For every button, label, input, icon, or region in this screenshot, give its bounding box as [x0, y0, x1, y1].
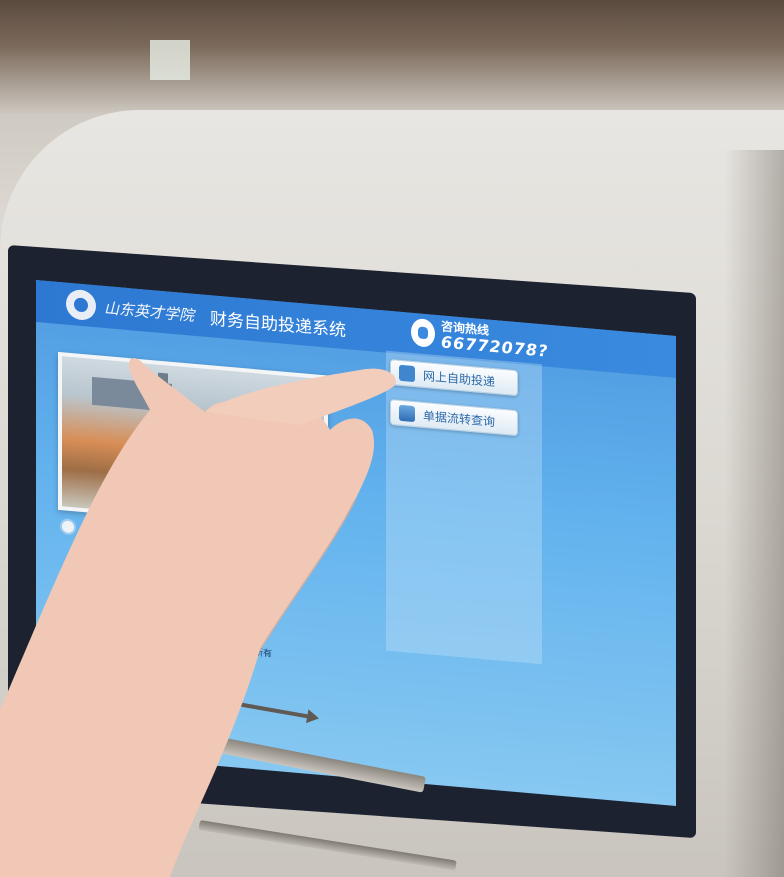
- carousel-thumbnail[interactable]: [144, 519, 194, 562]
- system-title: 财务自助投递系统: [210, 308, 347, 341]
- hotline: 咨询热线 66772078?: [411, 317, 548, 361]
- phone-icon: [411, 317, 435, 348]
- online-submit-icon: [399, 364, 415, 383]
- document-query-label: 单据流转查询: [423, 408, 496, 429]
- carousel-dot[interactable]: [62, 520, 74, 534]
- kiosk-shadow: [724, 150, 784, 877]
- school-logo-icon: [66, 288, 96, 322]
- carousel-thumbnail[interactable]: [88, 514, 138, 557]
- online-submit-label: 网上自助投递: [423, 368, 496, 389]
- kiosk-screen: 山东英才学院 财务自助投递系统 咨询热线 66772078? 网上自助投递 单据…: [36, 280, 676, 806]
- tower-shape: [158, 372, 168, 414]
- screen-footer: 所有: [254, 648, 273, 660]
- background-window: [150, 40, 190, 80]
- document-query-icon: [399, 404, 415, 423]
- school-name: 山东英才学院: [104, 298, 195, 325]
- campus-photo: [58, 351, 328, 534]
- campus-photo-image: [62, 356, 324, 530]
- menu-panel: [386, 350, 542, 665]
